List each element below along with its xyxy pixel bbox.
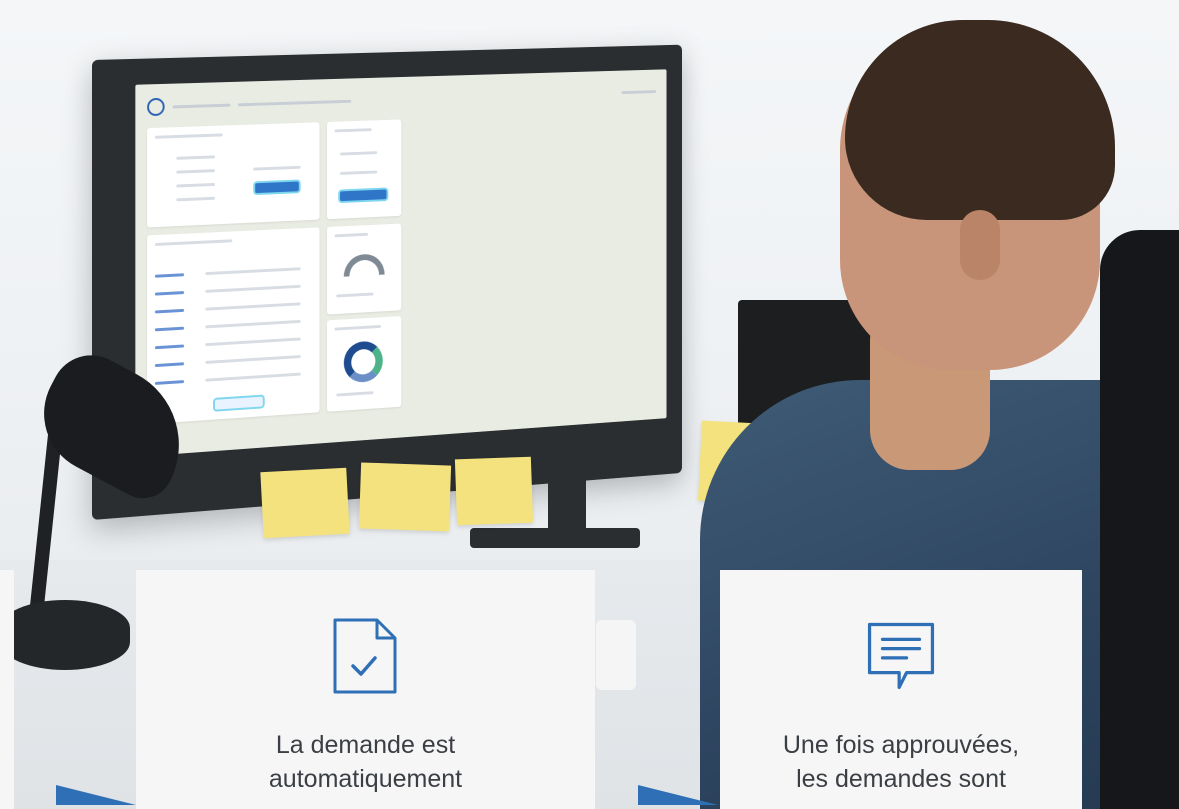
monitor-base	[470, 528, 640, 548]
arrow-indicator	[56, 785, 136, 805]
info-card-partial	[0, 570, 14, 809]
arrow-indicator	[638, 785, 718, 805]
gauge-card	[326, 223, 402, 315]
info-card-approval: Une fois approuvées, les demandes sont	[720, 570, 1082, 809]
chat-message-icon	[867, 622, 935, 690]
card-text: Une fois approuvées, les demandes sont	[782, 731, 1020, 793]
header-line	[621, 89, 657, 94]
dashboard-button	[255, 181, 299, 194]
sticky-note	[260, 467, 350, 539]
side-card	[326, 119, 402, 220]
office-chair	[1100, 230, 1179, 809]
logo-icon	[147, 97, 165, 117]
desk-lamp-base	[0, 600, 130, 670]
summary-card	[147, 122, 320, 228]
header-line	[172, 103, 231, 108]
sticky-note	[358, 462, 452, 532]
coffee-cup	[596, 620, 636, 690]
dashboard-button	[214, 396, 263, 410]
header-line	[238, 99, 352, 106]
monitor	[92, 44, 682, 520]
document-check-icon	[333, 618, 396, 694]
gauge-chart	[343, 253, 385, 277]
donut-card	[326, 316, 402, 412]
dashboard-button	[340, 189, 387, 202]
card-text: La demande est automatiquement	[268, 731, 463, 793]
info-card-validation: La demande est automatiquement	[136, 570, 595, 809]
dashboard-header	[147, 79, 657, 120]
sticky-note	[454, 456, 534, 526]
members-card	[147, 227, 320, 425]
person-ear	[960, 210, 1000, 280]
donut-chart	[343, 340, 383, 384]
monitor-screen	[135, 69, 667, 457]
